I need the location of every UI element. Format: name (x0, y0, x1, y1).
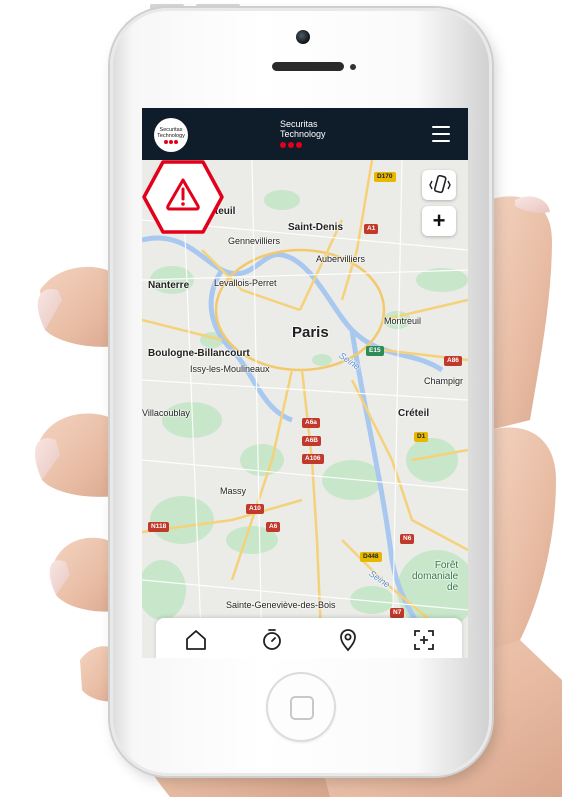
app-header: Securitas Technology Securitas Technolog… (142, 108, 468, 160)
place-label: Champigr (424, 376, 464, 386)
place-label: Gennevilliers (228, 236, 281, 246)
nav-location[interactable] (336, 628, 360, 652)
road-shield: A1 (364, 224, 379, 234)
nav-timer[interactable] (260, 628, 284, 652)
logo-text: Securitas Technology (157, 127, 185, 139)
road-shield: E15 (366, 346, 384, 356)
forest-label: Forêt domaniale de (412, 560, 459, 593)
road-shield: D170 (374, 172, 396, 182)
road-shield: D448 (360, 552, 382, 562)
map-view[interactable]: Argenteuil Saint-Denis Gennevilliers Aub… (142, 160, 468, 658)
proximity-sensor (350, 64, 356, 70)
home-button[interactable] (266, 672, 336, 742)
place-label: Boulogne-Billancourt (148, 348, 250, 359)
road-shield: A10 (246, 504, 264, 514)
place-label: Aubervilliers (316, 254, 366, 264)
zoom-in-label: + (432, 208, 446, 233)
scan-plus-icon (414, 630, 434, 650)
place-label: Montreuil (384, 316, 422, 326)
vibrate-button[interactable] (422, 170, 456, 200)
timer-icon (263, 629, 281, 650)
nav-scan[interactable] (412, 628, 436, 652)
place-label: Créteil (398, 408, 430, 419)
road-shield: N7 (390, 608, 405, 618)
front-camera (296, 30, 310, 44)
location-pin-icon (340, 629, 356, 652)
phone-vibrate-icon (429, 175, 451, 194)
brand-line-2: Technology (280, 129, 326, 139)
place-label: Levallois-Perret (214, 278, 277, 288)
place-label: Massy (220, 486, 247, 496)
place-label: Sainte-Geneviève-des-Bois (226, 600, 336, 610)
brand-dots (280, 142, 350, 153)
road-shield: A6 (266, 522, 281, 532)
road-shield: A106 (302, 454, 324, 464)
place-label: Saint-Denis (288, 222, 344, 233)
nav-home[interactable] (184, 628, 208, 652)
road-shield: A86 (444, 356, 462, 366)
road-shield: N118 (148, 522, 170, 532)
road-shield: D1 (414, 432, 429, 442)
brand-title: Securitas Technology (280, 119, 350, 153)
road-shield: A6B (302, 436, 322, 446)
home-icon (186, 630, 206, 650)
brand-line-1: Securitas (280, 119, 318, 129)
logo-dots (164, 140, 179, 144)
zoom-in-button[interactable]: + (422, 206, 456, 236)
place-label: Villacoublay (142, 408, 190, 418)
securitas-logo[interactable]: Securitas Technology (154, 118, 188, 152)
road-shield: N6 (400, 534, 415, 544)
road-shield: A6a (302, 418, 320, 428)
city-label-paris: Paris (292, 324, 329, 341)
place-label: Nanterre (148, 280, 190, 291)
alert-button[interactable] (142, 160, 224, 234)
bottom-navigation (156, 618, 462, 658)
hamburger-menu-icon[interactable] (432, 126, 450, 142)
app-screen: Securitas Technology Securitas Technolog… (142, 108, 468, 658)
place-label: Issy-les-Moulineaux (190, 364, 270, 374)
earpiece-speaker (272, 62, 344, 71)
